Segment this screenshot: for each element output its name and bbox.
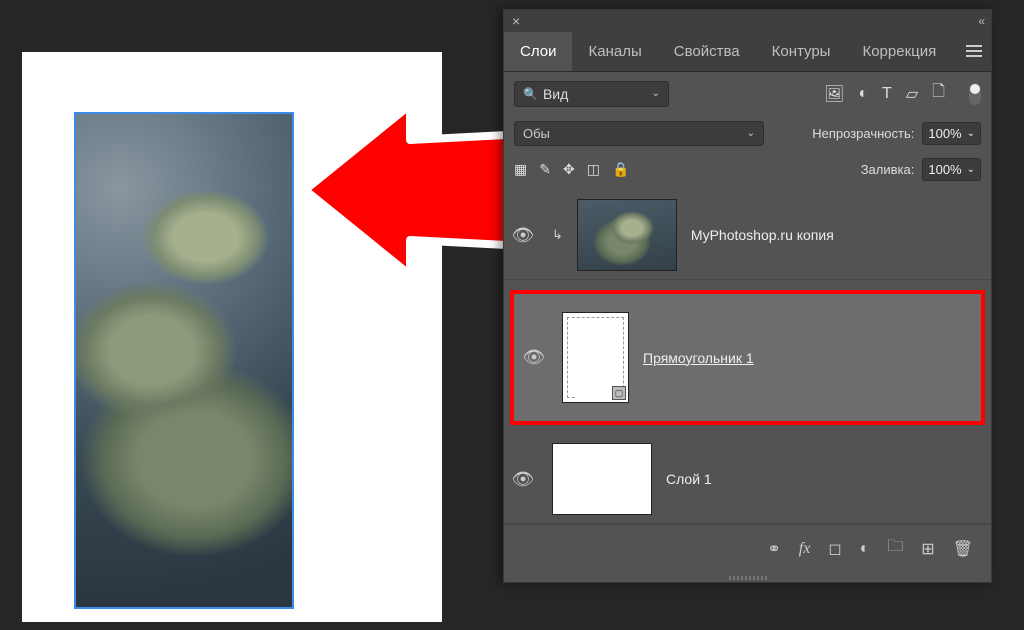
lock-artboard-icon[interactable]: ◫ [587,161,600,178]
opacity-input[interactable]: 100% ⌄ [922,122,981,145]
panel-footer: ⚭ fx ◻ ◐ 🗀 ⊞ 🗑 [504,524,991,574]
tab-adjustments[interactable]: Коррекция [846,32,952,71]
opacity-value: 100% [928,126,961,141]
fill-input[interactable]: 100% ⌄ [922,158,981,181]
lock-fill-row: ▦ ✎ ✥ ◫ 🔒 Заливка: 100% ⌄ [504,152,991,187]
selected-rectangle-shape[interactable] [74,112,294,609]
lock-brush-icon[interactable]: ✎ [539,161,551,178]
layer-name[interactable]: Прямоугольник 1 [643,350,754,366]
panel-titlebar: × « [504,10,991,32]
layer-row[interactable]: 👁 ↳ MyPhotoshop.ru копия [504,191,991,280]
blend-opacity-row: Обы ⌄ Непрозрачность: 100% ⌄ [504,115,991,152]
mask-icon[interactable]: ◻ [828,539,841,559]
panel-tabs: Слои Каналы Свойства Контуры Коррекция [504,32,991,72]
fill-value: 100% [928,162,961,177]
clipped-image-content [76,114,292,607]
layer-thumbnail[interactable] [552,443,652,515]
layer-name[interactable]: Слой 1 [666,471,712,487]
filter-label: Вид [543,86,652,102]
adjustment-filter-icon[interactable]: ◐ [858,85,868,103]
link-layers-icon[interactable]: ⚭ [767,539,780,559]
filter-type-icons: 🖼 ◐ T ▱ 🗋 [824,80,981,107]
visibility-toggle[interactable]: 👁 [508,225,538,246]
clip-indicator-icon: ↳ [552,227,563,243]
tab-properties[interactable]: Свойства [658,32,756,71]
visibility-toggle[interactable]: 👁 [508,469,538,490]
layer-row[interactable]: 👁 Слой 1 [504,435,991,524]
panel-menu-icon[interactable] [952,32,996,71]
collapse-icon[interactable]: « [978,14,983,28]
pixel-filter-icon[interactable]: 🖼 [824,84,844,104]
shape-badge-icon: ▢ [612,386,626,400]
lock-transparent-icon[interactable]: ▦ [514,161,527,178]
shape-filter-icon[interactable]: ▱ [906,84,918,104]
smartobject-filter-icon[interactable]: 🗋 [932,80,945,107]
chevron-down-icon: ⌄ [652,88,660,99]
blend-mode-select[interactable]: Обы ⌄ [514,121,764,146]
chevron-down-icon: ⌄ [967,164,975,175]
layer-filter-row: 🔍 Вид ⌄ 🖼 ◐ T ▱ 🗋 [504,72,991,115]
type-filter-icon[interactable]: T [882,85,892,103]
document-canvas[interactable] [22,52,442,622]
tab-paths[interactable]: Контуры [756,32,847,71]
group-icon[interactable]: 🗀 [887,535,903,562]
layer-name[interactable]: MyPhotoshop.ru копия [691,227,834,243]
tab-channels[interactable]: Каналы [572,32,657,71]
visibility-toggle[interactable]: 👁 [520,347,548,368]
filter-toggle[interactable] [969,83,981,105]
search-icon: 🔍 [523,87,538,101]
blend-mode-value: Обы [523,126,550,141]
layers-list: 👁 ↳ MyPhotoshop.ru копия 👁 ▢ Прямоугольн… [504,187,991,524]
layer-thumbnail[interactable]: ▢ [562,312,629,403]
opacity-label: Непрозрачность: [812,126,914,141]
lock-all-icon[interactable]: 🔒 [612,161,629,178]
chevron-down-icon: ⌄ [747,128,755,139]
adjustment-layer-icon[interactable]: ◐ [860,540,870,558]
chevron-down-icon: ⌄ [967,128,975,139]
lock-move-icon[interactable]: ✥ [563,161,575,178]
fill-label: Заливка: [861,162,915,177]
trash-icon[interactable]: 🗑 [953,539,973,559]
layer-row-highlighted[interactable]: 👁 ▢ Прямоугольник 1 [510,290,985,425]
tab-layers[interactable]: Слои [504,32,572,71]
layer-thumbnail[interactable] [577,199,677,271]
close-icon[interactable]: × [512,13,520,29]
layer-filter-select[interactable]: 🔍 Вид ⌄ [514,81,669,107]
layers-panel: × « Слои Каналы Свойства Контуры Коррекц… [503,9,992,583]
fx-icon[interactable]: fx [799,540,811,558]
new-layer-icon[interactable]: ⊞ [921,539,934,559]
panel-resize-handle[interactable] [504,574,991,582]
